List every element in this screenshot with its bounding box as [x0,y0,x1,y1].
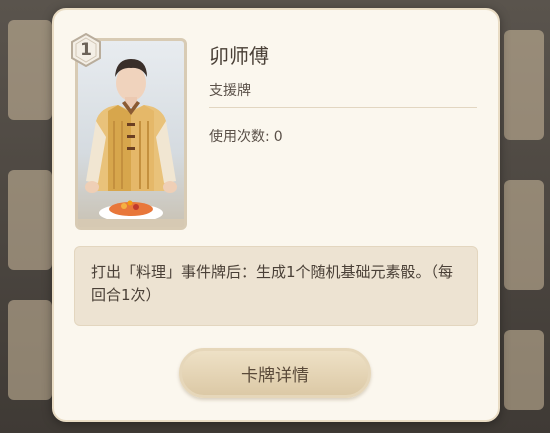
character-portrait [78,59,184,227]
card-detail-dialog: 1 卯师傅 支援牌 使用次数: 0 打出「料理」事件牌后：生成1个随机基础元素骰。… [52,8,500,422]
usage-value: 0 [273,129,283,145]
usage-count-row: 使用次数: 0 [209,126,283,146]
background-card [8,300,52,400]
card-detail-button[interactable]: 卡牌详情 [179,348,371,398]
background-card [8,20,52,120]
usage-label: 使用次数: [209,129,270,145]
cost-value: 1 [80,40,92,60]
cost-badge: 1 [69,33,103,67]
background-card [8,170,52,270]
background-card [504,180,544,290]
background-card [504,30,544,140]
card-description: 打出「料理」事件牌后：生成1个随机基础元素骰。（每回合1次） [74,246,478,326]
divider [209,107,477,108]
background-card [504,330,544,410]
card-type: 支援牌 [209,83,251,99]
card-name: 卯师傅 [209,44,269,68]
